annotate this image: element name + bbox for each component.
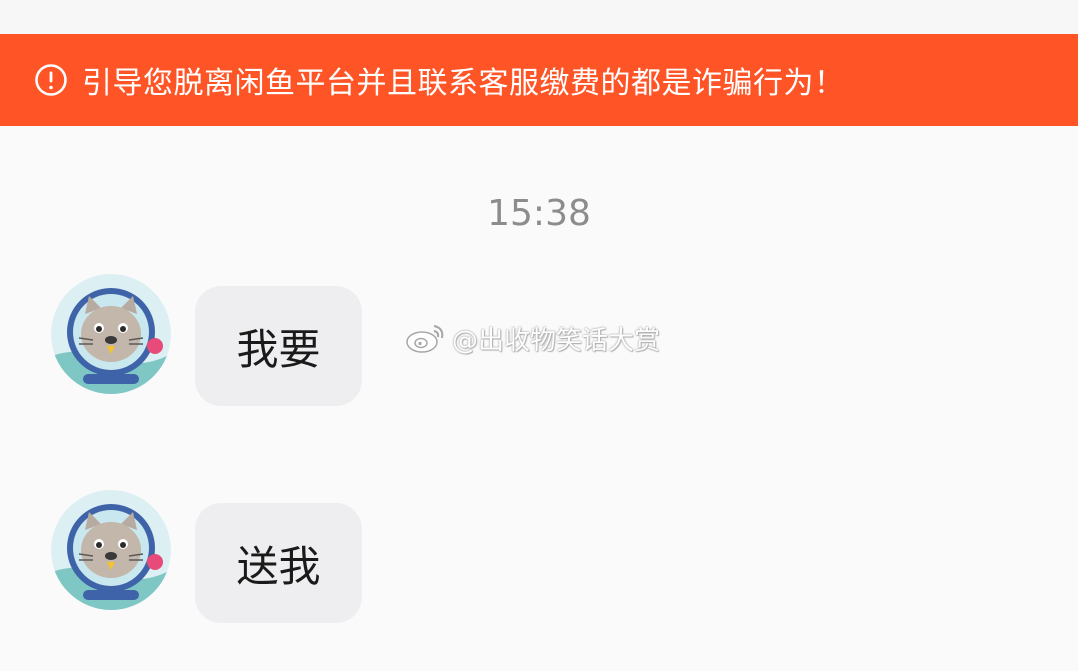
sender-avatar[interactable] [51,490,171,610]
message-text: 送我 [236,541,321,591]
message-text: 我要 [236,324,321,374]
message-timestamp: 15:38 [487,193,591,234]
astronaut-cat-avatar-icon [51,490,171,610]
fraud-warning-banner: 引导您脱离闲鱼平台并且联系客服缴费的都是诈骗行为！ [0,34,1078,126]
status-bar-strip [0,0,1078,34]
weibo-watermark: @出收物笑话大赏 [404,318,660,358]
sender-avatar[interactable] [51,274,171,394]
astronaut-cat-avatar-icon [51,274,171,394]
weibo-logo-icon [406,325,444,353]
message-bubble[interactable]: 送我 [195,503,362,623]
info-circle-icon [35,64,67,96]
watermark-text: @出收物笑话大赏 [452,325,661,356]
fraud-warning-text: 引导您脱离闲鱼平台并且联系客服缴费的都是诈骗行为！ [82,66,845,101]
message-bubble[interactable]: 我要 [195,286,362,406]
